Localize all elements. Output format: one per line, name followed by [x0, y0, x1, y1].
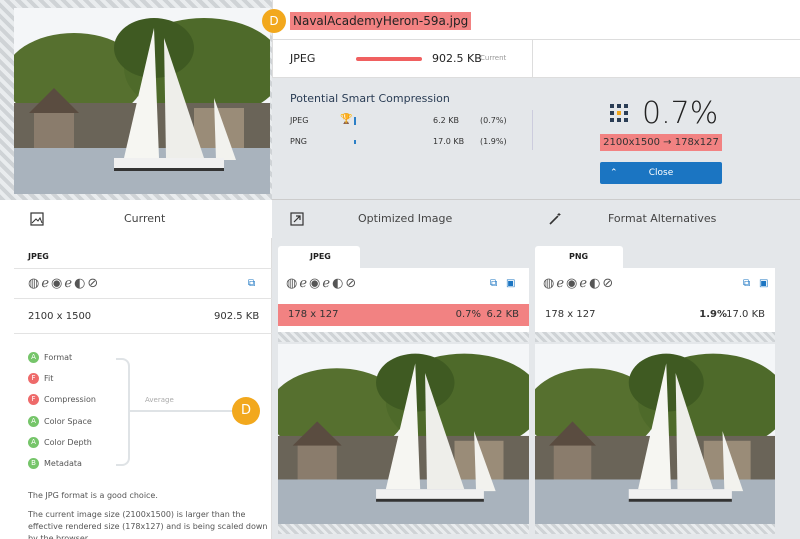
- optimized-result: 178 x 127 0.7% 6.2 KB: [278, 304, 529, 326]
- criterion-compression: F Compression: [28, 394, 96, 406]
- criterion-label: Compression: [44, 395, 96, 404]
- optimized-size: 6.2 KB: [486, 309, 520, 320]
- criterion-label: Format: [44, 353, 73, 362]
- criterion-label: Fit: [44, 374, 54, 383]
- browser-support-icons: ◍ℯ◉ℯ◐⊘: [286, 276, 359, 291]
- save-icon[interactable]: ▣: [506, 278, 515, 289]
- current-panel: JPEG ◍ℯ◉ℯ◐⊘ ⧉ 2100 x 1500 902.5 KB A Form…: [0, 238, 272, 539]
- potential-title: Potential Smart Compression: [290, 92, 450, 105]
- savings-percent: 0.7%: [642, 96, 719, 131]
- average-label: Average: [145, 396, 174, 404]
- tab-optimized[interactable]: Optimized Image: [272, 200, 530, 238]
- current-file-size: 902.5 KB: [214, 311, 260, 322]
- stripe-divider: [535, 332, 775, 342]
- current-size: 902.5 KB: [432, 52, 482, 65]
- criterion-color-space: A Color Space: [28, 416, 92, 428]
- grade-dot: F: [28, 373, 39, 384]
- divider: [532, 110, 533, 150]
- thumbnail-image: [14, 8, 270, 194]
- current-format: JPEG: [28, 252, 49, 261]
- save-icon[interactable]: ▣: [759, 278, 768, 289]
- thumbnail-area: [0, 0, 272, 200]
- criterion-label: Color Depth: [44, 438, 92, 447]
- chevron-up-icon: ⌃: [610, 168, 618, 178]
- image-grid-icon: [610, 104, 628, 122]
- alternative-size: 17.0 KB: [726, 309, 765, 320]
- close-label: Close: [648, 168, 674, 178]
- divider: [14, 268, 272, 269]
- stripe-divider: [278, 332, 529, 342]
- average-connector: [130, 410, 236, 412]
- size-bar: [356, 57, 422, 61]
- optimized-dimensions: 178 x 127: [288, 309, 339, 320]
- potential-row-jpeg: JPEG 🏆 6.2 KB (0.7%): [290, 114, 510, 128]
- filename-row: NavalAcademyHeron-59a.jpg: [272, 0, 800, 40]
- potential-pct: (0.7%): [480, 116, 507, 125]
- external-link-icon[interactable]: ⧉: [743, 278, 750, 289]
- tab-label: Current: [124, 212, 166, 225]
- overall-grade-badge: D: [232, 397, 260, 425]
- magic-wand-icon: [549, 213, 561, 225]
- grade-dot: A: [28, 352, 39, 363]
- grade-brace: [116, 358, 130, 466]
- potential-size: 6.2 KB: [433, 116, 459, 125]
- external-link-icon[interactable]: ⧉: [248, 278, 255, 289]
- stripe-divider: [278, 524, 529, 534]
- grade-dot: A: [28, 437, 39, 448]
- resize-icon: [290, 212, 304, 226]
- divider: [532, 40, 533, 78]
- image-icon: [30, 212, 44, 226]
- potential-format: JPEG: [290, 116, 309, 125]
- tab-alternatives[interactable]: Format Alternatives: [530, 200, 800, 238]
- criterion-color-depth: A Color Depth: [28, 437, 92, 449]
- potential-row-png: PNG 17.0 KB (1.9%): [290, 137, 510, 149]
- file-summary: NavalAcademyHeron-59a.jpg JPEG 902.5 KB …: [0, 0, 800, 200]
- grade-dot: F: [28, 394, 39, 405]
- alternative-format-tab[interactable]: PNG: [535, 246, 623, 268]
- potential-size: 17.0 KB: [433, 137, 465, 146]
- close-button[interactable]: ⌃ Close: [600, 162, 722, 184]
- grade-dot: B: [28, 458, 39, 469]
- dimension-change: 2100x1500 → 178x127: [600, 134, 722, 151]
- alternative-percent: 1.9%: [699, 309, 727, 320]
- optimized-percent: 0.7%: [455, 309, 481, 320]
- current-label: Current: [480, 54, 507, 62]
- optimized-format-tab[interactable]: JPEG: [278, 246, 360, 268]
- potential-pct: (1.9%): [480, 137, 507, 146]
- optimized-column: JPEG ◍ℯ◉ℯ◐⊘ ⧉ ▣ 178 x 127 0.7% 6.2 KB: [278, 238, 529, 539]
- filename: NavalAcademyHeron-59a.jpg: [290, 12, 472, 30]
- browser-support-icons: ◍ℯ◉ℯ◐⊘: [28, 276, 101, 291]
- alternative-result: 178 x 127 1.9% 17.0 KB: [535, 304, 775, 326]
- grade-dot: A: [28, 416, 39, 427]
- alternative-column: PNG ◍ℯ◉ℯ◐⊘ ⧉ ▣ 178 x 127 1.9% 17.0 KB: [535, 238, 775, 539]
- size-bar: [354, 117, 356, 125]
- size-bar: [354, 140, 356, 144]
- criterion-format: A Format: [28, 352, 72, 364]
- description-size: The current image size (2100x1500) is la…: [28, 510, 268, 539]
- current-dimensions: 2100 x 1500: [28, 311, 92, 322]
- divider: [14, 298, 272, 299]
- stripe-divider: [535, 524, 775, 534]
- tab-label: Optimized Image: [358, 212, 453, 225]
- tab-label: Format Alternatives: [608, 212, 717, 225]
- current-format: JPEG: [290, 52, 316, 65]
- potential-format: PNG: [290, 137, 308, 146]
- browser-support-icons: ◍ℯ◉ℯ◐⊘: [543, 276, 616, 291]
- criterion-metadata: B Metadata: [28, 458, 82, 470]
- criterion-label: Color Space: [44, 417, 92, 426]
- file-info: NavalAcademyHeron-59a.jpg JPEG 902.5 KB …: [272, 0, 800, 200]
- description-format: The JPG format is a good choice.: [28, 491, 158, 500]
- trophy-icon: 🏆: [340, 114, 353, 125]
- current-size-row: JPEG 902.5 KB Current: [272, 40, 800, 78]
- alternative-preview-image: [535, 344, 775, 524]
- grade-badge: D: [262, 9, 286, 33]
- optimized-preview-image: [278, 344, 529, 524]
- external-link-icon[interactable]: ⧉: [490, 278, 497, 289]
- criterion-fit: F Fit: [28, 373, 53, 385]
- alternative-dimensions: 178 x 127: [545, 309, 596, 320]
- tab-bar: Current Optimized Image Format Alternati…: [0, 200, 800, 238]
- criterion-label: Metadata: [44, 459, 82, 468]
- divider: [14, 333, 272, 334]
- tab-current[interactable]: Current: [0, 200, 272, 238]
